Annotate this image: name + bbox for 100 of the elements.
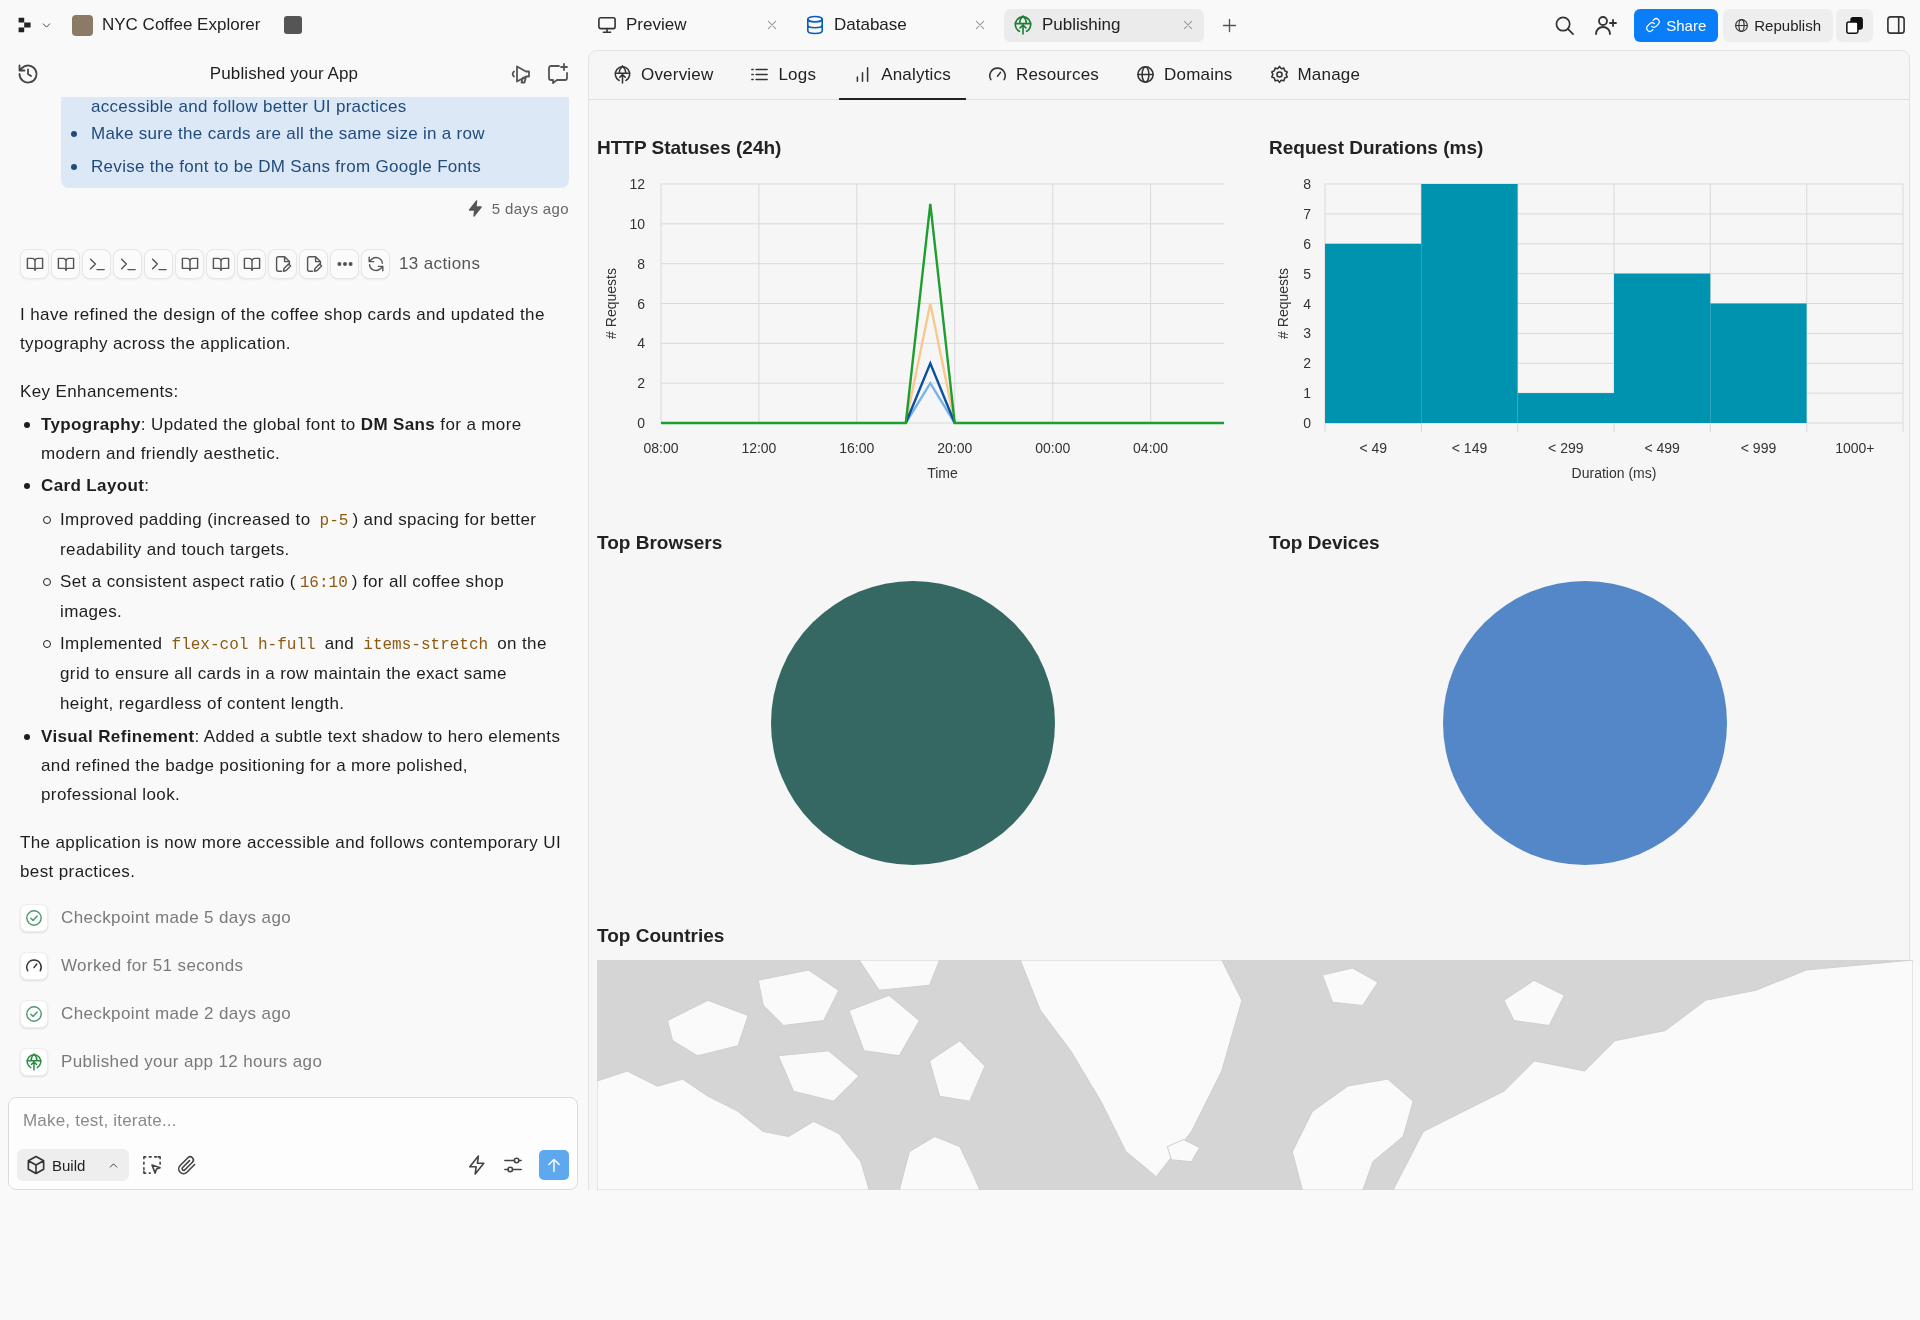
analytics-tab[interactable]: Logs xyxy=(736,51,832,100)
action-chip[interactable] xyxy=(144,249,173,279)
chart-title: Top Devices xyxy=(1269,531,1381,555)
logo-icon[interactable] xyxy=(17,17,33,33)
lightning-icon[interactable] xyxy=(468,1156,486,1174)
book-icon xyxy=(26,256,43,272)
action-chip[interactable] xyxy=(51,249,80,279)
list-item-text: Visual Refinement: Added a subtle text shadow to hero elements and refined the badge positioning for a more polished, professional look. xyxy=(41,726,562,806)
list-item-text: Card Layout: xyxy=(41,475,151,497)
refresh-icon xyxy=(367,256,384,272)
axis-tick-label: 4 xyxy=(637,335,645,352)
axis-tick-label: 1 xyxy=(1303,385,1311,402)
file-pencil-icon xyxy=(305,256,322,272)
axis-tick-label: 6 xyxy=(1303,235,1311,252)
axis-tick-label: < 149 xyxy=(1451,440,1488,456)
squares-button[interactable] xyxy=(1836,8,1873,42)
paperclip-icon[interactable] xyxy=(178,1156,197,1174)
close-icon[interactable] xyxy=(974,19,986,31)
gauge-icon xyxy=(20,952,48,980)
sliders-icon[interactable] xyxy=(504,1156,522,1174)
chart-title: Top Browsers xyxy=(597,531,724,555)
action-chip[interactable] xyxy=(330,249,359,279)
composer-field[interactable]: Make, test, iterate... Build xyxy=(8,1097,578,1190)
search-icon[interactable] xyxy=(1555,15,1575,35)
event-text: Checkpoint made 2 days ago xyxy=(61,1004,292,1024)
terminal-icon xyxy=(119,256,136,272)
event-text: Published your app 12 hours ago xyxy=(61,1052,323,1072)
analytics-tab[interactable]: Manage xyxy=(1255,51,1376,100)
panel-title: Published your App xyxy=(209,63,359,83)
action-chip[interactable] xyxy=(20,249,49,279)
event-text: Worked for 51 seconds xyxy=(61,956,244,976)
action-chip[interactable] xyxy=(82,249,111,279)
axis-tick-label: 12:00 xyxy=(741,440,777,456)
workspace-tab[interactable]: Database xyxy=(796,8,996,42)
action-chip[interactable] xyxy=(299,249,328,279)
action-chip[interactable] xyxy=(113,249,142,279)
axis-tick-label: 8 xyxy=(637,255,645,272)
prompt-input[interactable]: Make, test, iterate... xyxy=(17,1107,569,1135)
analytics-tab[interactable]: Overview xyxy=(599,51,729,100)
megaphone-icon[interactable] xyxy=(510,63,530,84)
terminal-icon xyxy=(150,256,167,272)
globe-icon xyxy=(1137,66,1154,83)
project-thumbnail xyxy=(72,14,93,36)
book-icon xyxy=(243,256,260,272)
axis-tick-label: 0 xyxy=(637,415,645,431)
workspace-tab[interactable]: Preview xyxy=(588,8,788,42)
axis-title: # Requests xyxy=(1275,268,1291,339)
database-icon xyxy=(806,16,824,34)
list-item-text: Make sure the cards are all the same size in a row xyxy=(91,123,485,145)
share-button[interactable]: Share xyxy=(1634,8,1719,42)
action-chip[interactable] xyxy=(206,249,235,279)
cube-icon xyxy=(27,1156,45,1174)
globe-icon xyxy=(1735,18,1749,32)
axis-tick-label: 1000+ xyxy=(1835,440,1875,456)
action-chip[interactable] xyxy=(237,249,266,279)
axis-tick-label: 04:00 xyxy=(1133,440,1169,456)
axis-tick-label: 8 xyxy=(1303,176,1311,192)
axis-tick-label: 4 xyxy=(1303,295,1311,312)
link-icon xyxy=(1646,18,1661,32)
arrow-up-icon xyxy=(546,1157,562,1173)
action-chip[interactable] xyxy=(361,249,390,279)
close-icon[interactable] xyxy=(766,19,778,31)
bullet-icon xyxy=(24,483,30,489)
axis-tick-label: 16:00 xyxy=(839,440,875,456)
stop-icon[interactable] xyxy=(284,16,303,34)
axis-tick-label: 12 xyxy=(629,176,645,192)
bullet-icon xyxy=(24,422,30,428)
file-pencil-icon xyxy=(274,256,291,272)
project-name[interactable]: NYC Coffee Explorer xyxy=(102,15,261,35)
axis-tick-label: 10 xyxy=(629,215,645,232)
plus-icon[interactable] xyxy=(1222,17,1237,33)
event-text: Checkpoint made 5 days ago xyxy=(61,908,292,928)
axis-tick-label: 0 xyxy=(1303,415,1311,431)
list-item-text: Implemented flex-col h-full and items-stretch on the grid to ensure all cards in a row maintain the exact same height, regardless of content length. xyxy=(60,633,548,715)
analytics-tab[interactable]: Domains xyxy=(1122,51,1248,100)
republish-button[interactable]: Republish xyxy=(1723,8,1833,42)
axis-tick-label: 08:00 xyxy=(643,440,679,456)
history-icon[interactable] xyxy=(18,63,38,84)
actions-count[interactable]: 13 actions xyxy=(399,254,481,274)
list-icon xyxy=(751,66,769,83)
globe-arrow-icon xyxy=(614,66,631,83)
axis-tick-label: 2 xyxy=(1303,355,1311,372)
bullet-icon xyxy=(71,163,77,170)
workspace-tab[interactable]: Publishing xyxy=(1004,8,1204,42)
analytics-tab[interactable]: Resources xyxy=(973,51,1114,100)
action-chip[interactable] xyxy=(175,249,204,279)
axis-tick-label: 3 xyxy=(1303,325,1311,342)
axis-tick-label: 2 xyxy=(637,375,645,392)
gauge-icon xyxy=(988,66,1006,83)
bullet-icon xyxy=(71,130,77,137)
add-user-icon[interactable] xyxy=(1596,15,1617,35)
bullet-icon xyxy=(24,734,30,740)
side-panel-icon[interactable] xyxy=(1887,16,1905,34)
action-chip[interactable] xyxy=(268,249,297,279)
analytics-tab[interactable]: Analytics xyxy=(839,51,966,100)
chart-title: Request Durations (ms) xyxy=(1269,136,1485,160)
select-area-icon[interactable] xyxy=(143,1156,162,1174)
new-chat-icon[interactable] xyxy=(548,63,568,84)
mode-button[interactable]: Build xyxy=(17,1149,130,1181)
message-paragraph: I have refined the design of the coffee shop cards and updated the typography across the application. xyxy=(20,304,546,355)
